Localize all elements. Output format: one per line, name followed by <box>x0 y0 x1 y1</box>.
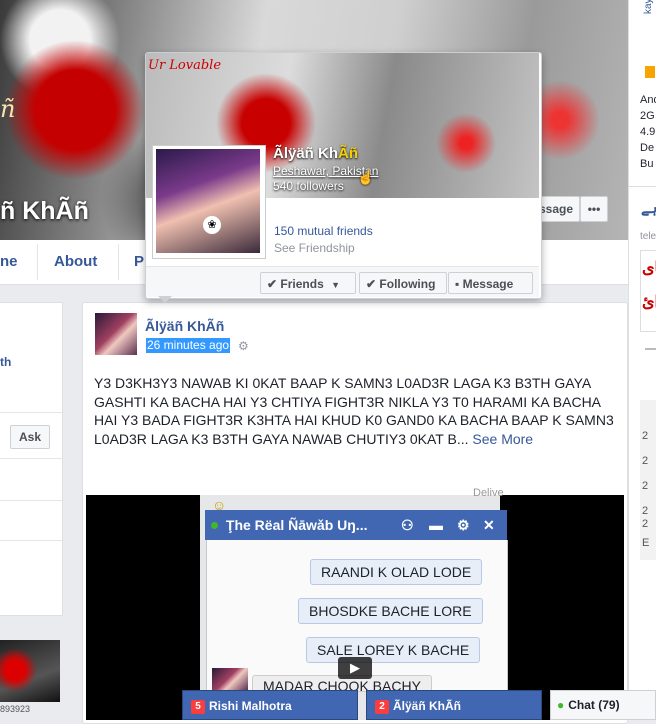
message-icon: ▪ <box>455 277 460 291</box>
hovercard-message-button[interactable]: ▪ Message <box>448 272 533 294</box>
ad-urdu-text: ہے <box>641 200 656 216</box>
hovercard-name[interactable]: Ãlÿäñ KhÃñ <box>273 145 358 162</box>
ad-line: And <box>640 94 656 106</box>
chat-tab-rishi[interactable]: 5 Rishi Malhotra <box>182 690 358 720</box>
paw-icon: ❀ <box>203 216 221 234</box>
hovercard-followers: 540 followers <box>273 179 344 193</box>
ad-line: De <box>640 142 655 154</box>
list-number: 2 <box>642 480 649 492</box>
ask-button[interactable]: Ask <box>10 425 50 449</box>
see-more-link[interactable]: See More <box>472 431 533 447</box>
cursor-hand-icon: ☝ <box>357 169 375 185</box>
ad-line: tele <box>640 231 656 242</box>
list-number: 2 <box>642 518 649 530</box>
hovercard-cover-script: Ur Lovable <box>148 58 222 73</box>
hovercard-see-friendship[interactable]: See Friendship <box>274 241 355 255</box>
hovercard-mutual-friends[interactable]: 150 mutual friends <box>274 224 373 238</box>
play-icon[interactable]: ▶ <box>338 657 372 679</box>
ad-urdu-red: بای <box>642 260 656 277</box>
add-friend-icon: ⚇ <box>401 517 414 533</box>
hovercard-name-accent: Ãñ <box>338 145 359 162</box>
divider <box>0 500 62 501</box>
unread-badge: 2 <box>375 700 389 714</box>
ad-line: 2G <box>640 110 655 122</box>
chat-tab-name: Ãlÿäñ KhÃñ <box>393 699 462 713</box>
photo-thumbnail[interactable] <box>0 640 60 702</box>
tab-photos[interactable]: P <box>134 242 144 286</box>
list-number: 2 <box>642 455 649 467</box>
chat-title: Ţhe Rëal Ñāwǎb Uŋ... <box>225 517 368 533</box>
chat-sidebar-toggle[interactable]: ● Chat (79) <box>550 690 656 720</box>
divider <box>645 348 656 350</box>
green-dot-icon <box>211 522 218 529</box>
post-text: Y3 D3KH3Y3 NAWAB KI 0KAT BAAP K SAMN3 L0… <box>94 374 619 448</box>
check-icon: ✔ <box>366 277 377 291</box>
chat-window-header: Ţhe Rëal Ñāwǎb Uŋ... ⚇ ▬ ⚙ ✕ <box>205 510 507 540</box>
hovercard-name-main: Ãlÿäñ Kh <box>273 145 339 162</box>
more-options-button[interactable]: ••• <box>580 196 608 222</box>
message-button-label: Message <box>462 277 514 291</box>
list-number: 2 <box>642 430 649 442</box>
following-button[interactable]: ✔ Following <box>359 272 447 294</box>
cover-accent-text: ñ <box>0 95 16 123</box>
chat-count: Chat (79) <box>568 698 620 712</box>
divider <box>0 540 62 541</box>
video-call-icon: ▬ <box>429 517 443 533</box>
intro-card <box>0 302 63 616</box>
divider <box>629 186 656 187</box>
list-number: 2 <box>642 505 649 517</box>
ad-url[interactable]: kaymu.pk <box>643 0 654 14</box>
chevron-down-icon: ▼ <box>331 280 341 290</box>
following-button-label: Following <box>379 277 436 291</box>
post-author-name[interactable]: Ãlÿäñ KhÃñ <box>145 318 224 334</box>
ad-line: 4.9 <box>640 126 656 138</box>
tab-divider <box>37 244 38 280</box>
chat-avatar <box>212 668 248 690</box>
post-body: Y3 D3KH3Y3 NAWAB KI 0KAT BAAP K SAMN3 L0… <box>94 375 614 447</box>
chat-tab-name: Rishi Malhotra <box>209 699 292 713</box>
tab-divider <box>118 244 119 280</box>
ad-line: Bu <box>640 158 654 170</box>
photo-caption: 893923 <box>0 704 31 714</box>
chat-message: RAANDI K OLAD LODE <box>310 559 483 585</box>
gear-icon: ⚙ <box>457 517 470 533</box>
tab-timeline[interactable]: ne <box>0 242 18 286</box>
unread-badge: 5 <box>191 700 205 714</box>
ad-badge-icon <box>645 66 655 78</box>
list-number: E <box>642 537 650 549</box>
delivered-label: Delive <box>473 487 504 499</box>
chat-message: SALE LOREY K BACHE <box>306 637 481 663</box>
right-sidebar: kaymu.pk And 2G 4.9 De Bu ہے tele بای ائ… <box>628 0 656 720</box>
tab-about[interactable]: About <box>54 242 97 286</box>
check-icon: ✔ <box>267 277 278 291</box>
intro-text: th <box>0 355 12 369</box>
friends-button[interactable]: ✔ Friends ▼ <box>260 272 356 294</box>
close-icon: ✕ <box>483 517 495 533</box>
ad-urdu-red: ائ <box>642 294 656 311</box>
hovercard-pointer <box>158 296 172 303</box>
hovercard-profile-picture[interactable] <box>156 149 260 253</box>
chat-message: BHOSDKE BACHE LORE <box>298 598 483 624</box>
chat-tab-alyan[interactable]: 2 Ãlÿäñ KhÃñ <box>366 690 542 720</box>
divider <box>0 412 62 413</box>
divider <box>0 458 62 459</box>
post-timestamp[interactable]: 26 minutes ago <box>146 338 231 353</box>
profile-name: ñ KhÃñ <box>0 197 89 225</box>
online-user-icon: ● <box>557 698 565 712</box>
post-author-avatar[interactable] <box>95 313 137 355</box>
privacy-icon: ⚙ <box>238 339 249 353</box>
friends-button-label: Friends <box>280 277 324 291</box>
